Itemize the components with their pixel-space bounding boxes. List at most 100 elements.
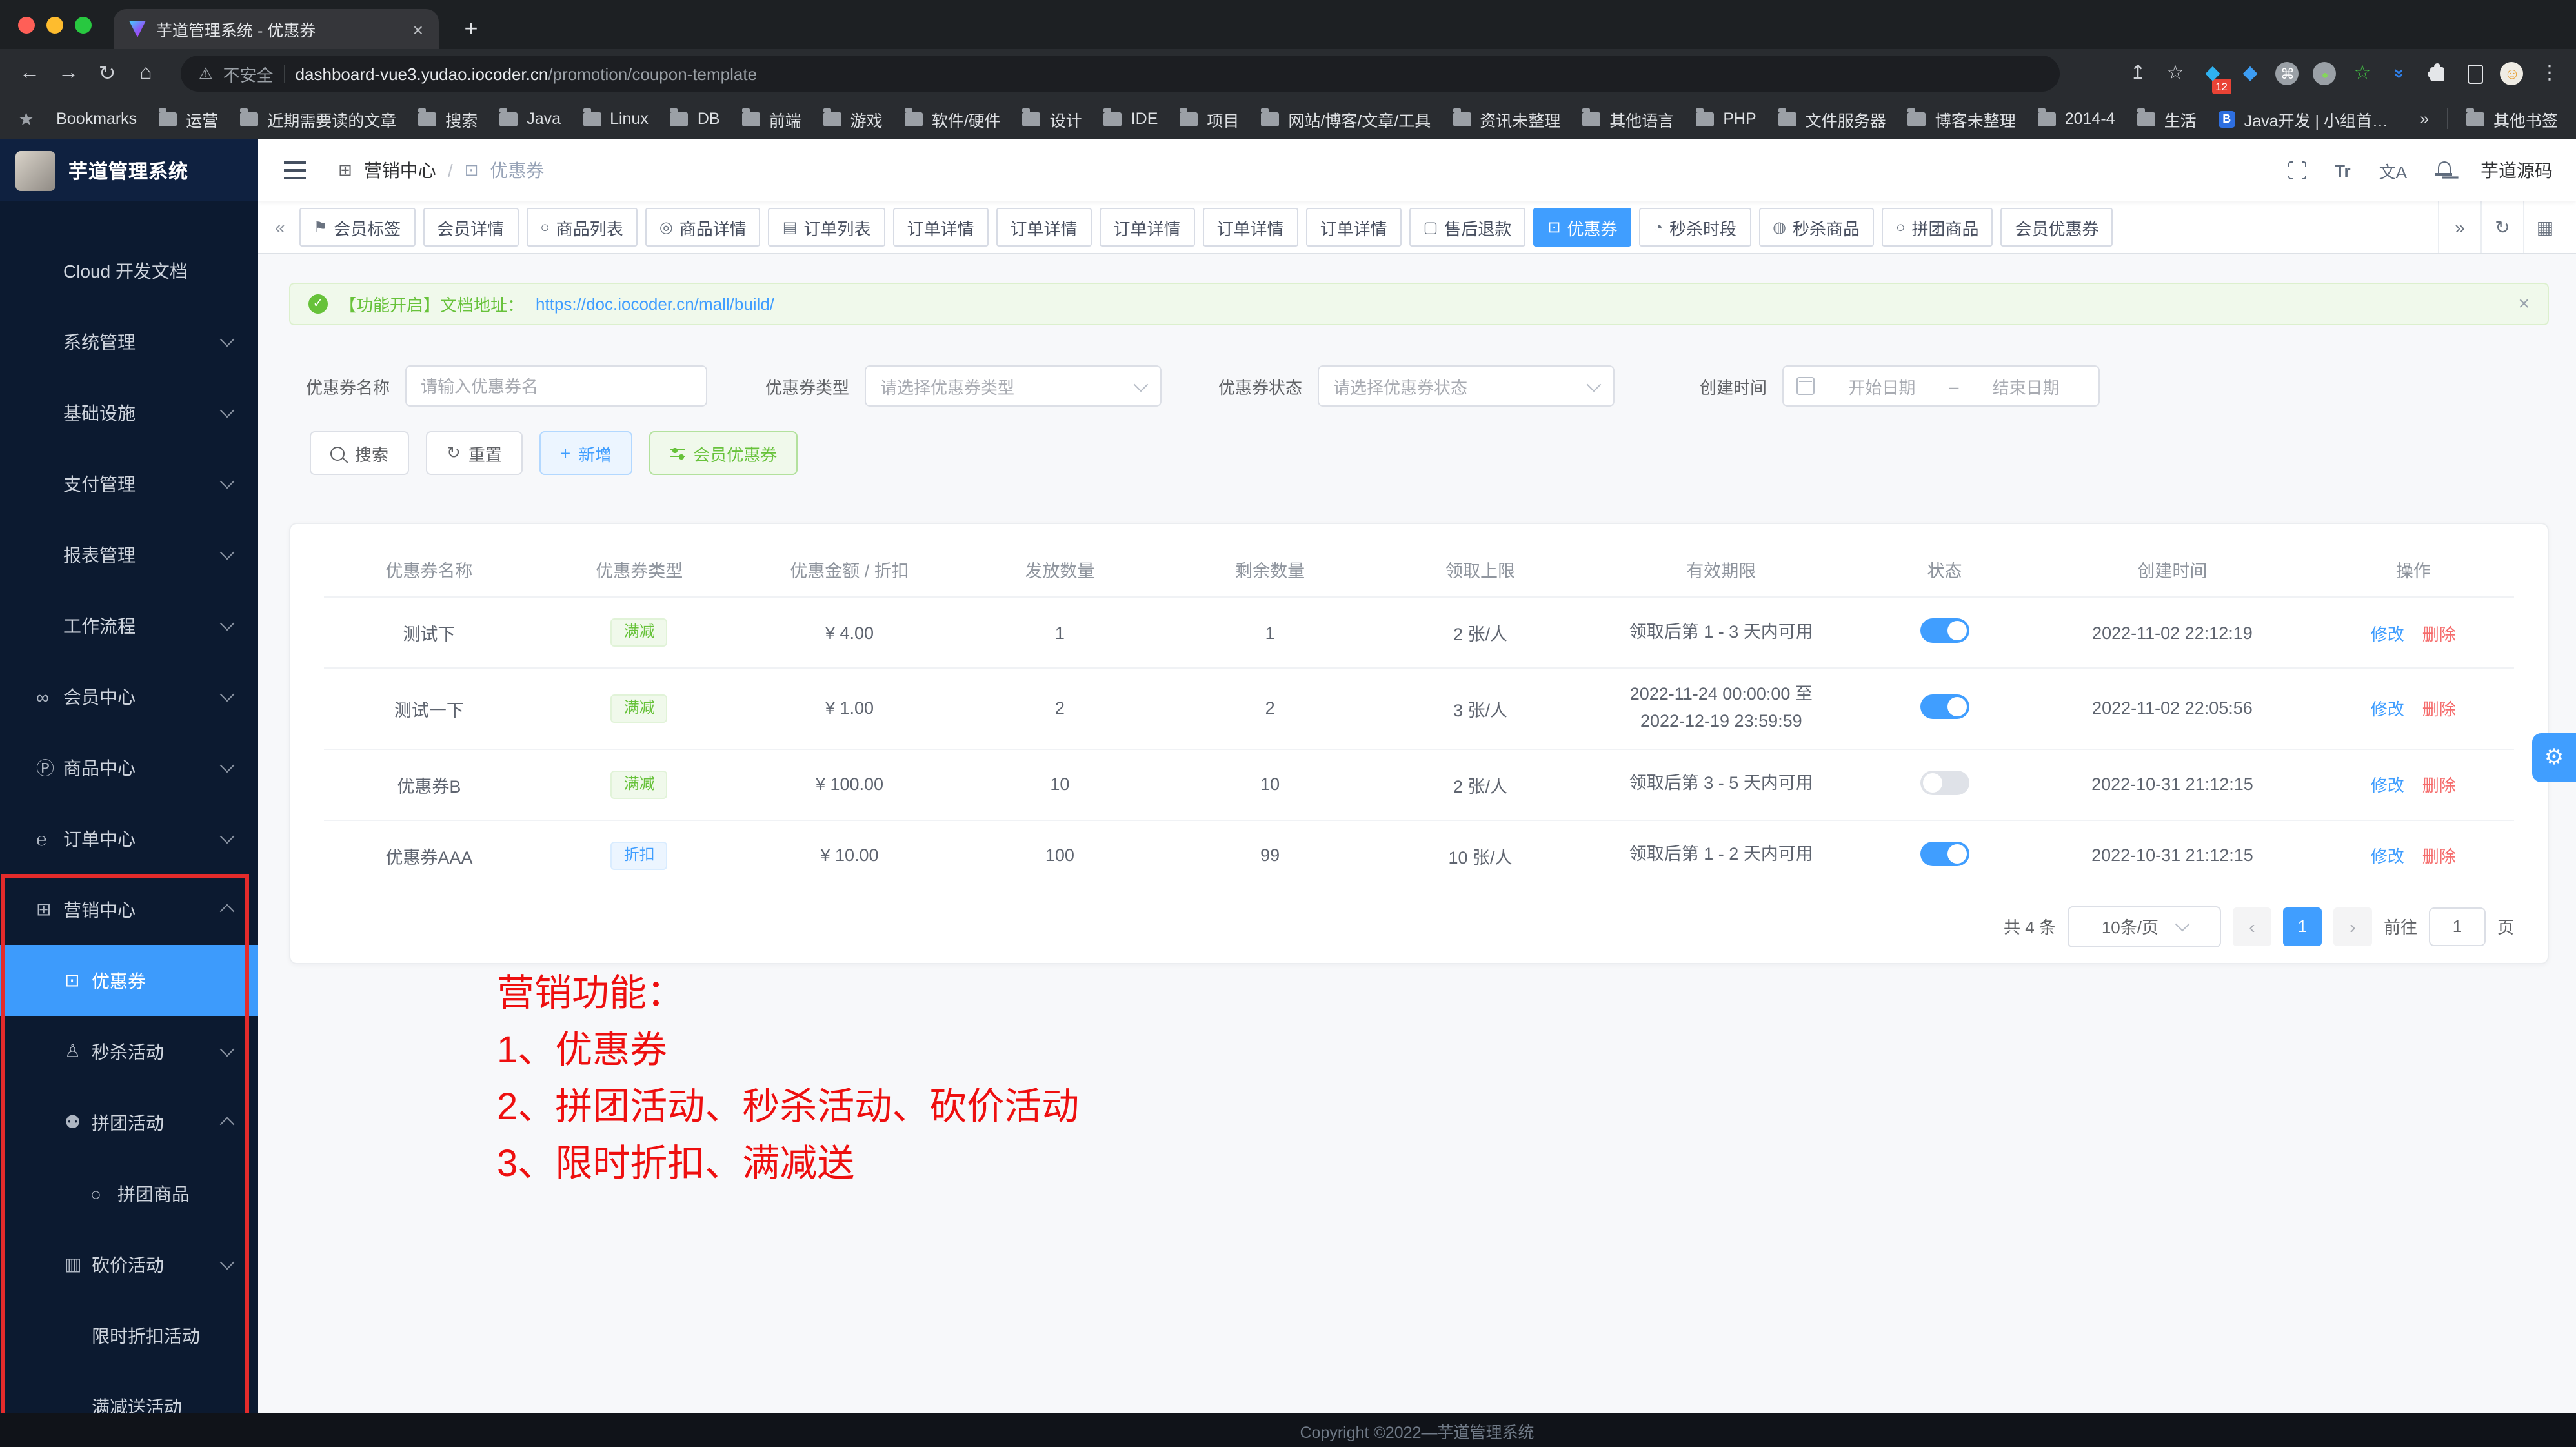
fullscreen-icon[interactable] xyxy=(2288,161,2306,179)
tab-item[interactable]: ○ 拼团商品 xyxy=(1882,208,1993,247)
bookmark-item[interactable]: 博客未整理 xyxy=(1908,106,2016,131)
logo[interactable]: 芋道管理系统 xyxy=(0,139,258,201)
font-size-icon[interactable]: Tr xyxy=(2335,161,2351,180)
extension-icon[interactable]: ⌘ xyxy=(2269,49,2306,98)
url-text[interactable]: dashboard-vue3.yudao.iocoder.cn/promotio… xyxy=(296,64,758,83)
bookmark-item[interactable]: Linux xyxy=(583,106,649,131)
browser-menu-icon[interactable]: ⋮ xyxy=(2531,49,2568,98)
sidebar-item[interactable]: 限时折扣活动 xyxy=(0,1300,258,1371)
sidebar-item[interactable]: ⚉ 拼团活动 xyxy=(0,1087,258,1158)
home-icon[interactable]: ⌂ xyxy=(126,62,165,85)
tab-item[interactable]: 订单详情 xyxy=(1100,208,1195,247)
current-page-button[interactable]: 1 xyxy=(2283,907,2322,946)
menu-collapse-icon[interactable] xyxy=(284,161,306,179)
extension-icon[interactable]: ☺ xyxy=(2493,49,2531,98)
tab-item[interactable]: ○ 商品列表 xyxy=(526,208,638,247)
bookmarks-label[interactable]: Bookmarks xyxy=(56,110,137,128)
tab-item[interactable]: ◎ 商品详情 xyxy=(645,208,761,247)
minimize-window-button[interactable] xyxy=(46,17,63,34)
extension-icon[interactable]: ◆ xyxy=(2231,49,2269,98)
sidebar-item[interactable]: Ⓟ 商品中心 xyxy=(0,732,258,803)
coupon-status-select[interactable]: 请选择优惠券状态 xyxy=(1318,365,1615,407)
bookmark-item[interactable]: 运营 xyxy=(159,106,218,131)
close-icon[interactable]: × xyxy=(2518,293,2530,315)
tags-scroll-right-icon[interactable]: » xyxy=(2438,201,2480,254)
bookmark-item[interactable]: 近期需要读的文章 xyxy=(240,106,396,131)
tab-item[interactable]: ▢ 售后退款 xyxy=(1409,208,1526,247)
tags-scroll-left-icon[interactable]: « xyxy=(268,217,292,238)
new-tab-button[interactable]: + xyxy=(454,12,488,45)
notification-bell-icon[interactable] xyxy=(2435,161,2452,179)
security-label[interactable]: 不安全 xyxy=(223,61,274,86)
tab-item[interactable]: 订单详情 xyxy=(996,208,1091,247)
status-toggle[interactable] xyxy=(1920,618,1969,643)
sidebar-item[interactable]: ℮ 订单中心 xyxy=(0,803,258,874)
sidebar-item[interactable]: 工作流程 xyxy=(0,590,258,661)
sidebar-item[interactable]: ⊞ 营销中心 xyxy=(0,874,258,945)
coupon-type-select[interactable]: 请选择优惠券类型 xyxy=(865,365,1162,407)
bookmark-item[interactable]: 软件/硬件 xyxy=(905,106,1001,131)
extension-icon[interactable]: » xyxy=(2381,49,2419,98)
back-icon[interactable]: ← xyxy=(10,62,49,85)
tab-item[interactable]: 会员详情 xyxy=(423,208,518,247)
extension-icon[interactable] xyxy=(2456,49,2493,98)
language-icon[interactable]: 文A xyxy=(2379,158,2407,183)
tab-item[interactable]: ⊡ 优惠券 xyxy=(1533,208,1631,247)
browser-tab[interactable]: 芋道管理系统 - 优惠券 × xyxy=(114,9,439,49)
extension-icon[interactable]: ◆ 12 xyxy=(2194,49,2231,98)
page-size-select[interactable]: 10条/页 xyxy=(2068,906,2221,947)
address-bar[interactable]: ⚠ 不安全 dashboard-vue3.yudao.iocoder.cn/pr… xyxy=(181,56,2060,92)
status-toggle[interactable] xyxy=(1920,771,1969,795)
sidebar-item[interactable]: ⊡ 优惠券 xyxy=(0,945,258,1016)
tab-item[interactable]: ▤ 订单列表 xyxy=(769,208,885,247)
edit-link[interactable]: 修改 xyxy=(2371,700,2404,720)
add-button[interactable]: + 新增 xyxy=(539,431,632,475)
bookmark-item[interactable]: IDE xyxy=(1104,106,1158,131)
tab-item[interactable]: 订单详情 xyxy=(1203,208,1298,247)
extension-icon[interactable]: ● xyxy=(2306,49,2344,98)
bookmark-item[interactable]: B Java开发 | 小组首… xyxy=(2219,106,2388,131)
bookmark-item[interactable]: 前端 xyxy=(742,106,801,131)
tab-item[interactable]: 会员优惠券 xyxy=(2001,208,2113,247)
bookmark-item[interactable]: 文件服务器 xyxy=(1778,106,1886,131)
edit-link[interactable]: 修改 xyxy=(2371,776,2404,796)
goto-page-input[interactable] xyxy=(2429,907,2486,946)
search-button[interactable]: 搜索 xyxy=(310,431,409,475)
share-icon[interactable]: ↥ xyxy=(2119,49,2157,98)
edit-link[interactable]: 修改 xyxy=(2371,624,2404,643)
tab-item[interactable]: ◔ 秒杀时段 xyxy=(1639,208,1751,247)
other-bookmarks[interactable]: 其他书签 xyxy=(2466,106,2558,131)
tab-item[interactable]: 订单详情 xyxy=(1306,208,1402,247)
delete-link[interactable]: 删除 xyxy=(2422,700,2456,720)
status-toggle[interactable] xyxy=(1920,694,1969,719)
sidebar-item[interactable]: ♙ 秒杀活动 xyxy=(0,1016,258,1087)
bookmark-item[interactable]: DB xyxy=(670,106,720,131)
sidebar-item[interactable]: ○ 拼团商品 xyxy=(0,1158,258,1229)
status-toggle[interactable] xyxy=(1920,842,1969,866)
settings-fab[interactable]: ⚙ xyxy=(2532,733,2576,782)
zoom-window-button[interactable] xyxy=(75,17,92,34)
sidebar-item[interactable]: 报表管理 xyxy=(0,519,258,590)
next-page-button[interactable]: › xyxy=(2333,907,2372,946)
edit-link[interactable]: 修改 xyxy=(2371,847,2404,867)
forward-icon[interactable]: → xyxy=(49,62,88,85)
bookmark-item[interactable]: PHP xyxy=(1696,106,1756,131)
bookmark-item[interactable]: 项目 xyxy=(1180,106,1239,131)
bookmark-item[interactable]: 设计 xyxy=(1023,106,1082,131)
bookmark-star-icon[interactable]: ☆ xyxy=(2157,49,2194,98)
bookmark-item[interactable]: 2014-4 xyxy=(2038,106,2115,131)
user-name[interactable]: 芋道源码 xyxy=(2480,157,2553,183)
reload-icon[interactable]: ↻ xyxy=(88,61,126,86)
bookmarks-overflow-icon[interactable]: » xyxy=(2420,110,2429,128)
reset-button[interactable]: ↻ 重置 xyxy=(426,431,523,475)
notice-link[interactable]: https://doc.iocoder.cn/mall/build/ xyxy=(536,294,774,314)
tab-item[interactable]: 订单详情 xyxy=(892,208,988,247)
delete-link[interactable]: 删除 xyxy=(2422,776,2456,796)
member-coupon-button[interactable]: 会员优惠券 xyxy=(649,431,798,475)
prev-page-button[interactable]: ‹ xyxy=(2233,907,2271,946)
bookmark-item[interactable]: 网站/博客/文章/工具 xyxy=(1261,106,1431,131)
layout-grid-icon[interactable]: ▦ xyxy=(2523,201,2566,254)
bookmark-item[interactable]: 生活 xyxy=(2137,106,2197,131)
date-range-picker[interactable]: 开始日期 – 结束日期 xyxy=(1782,365,2100,407)
tab-close-icon[interactable]: × xyxy=(413,19,423,39)
